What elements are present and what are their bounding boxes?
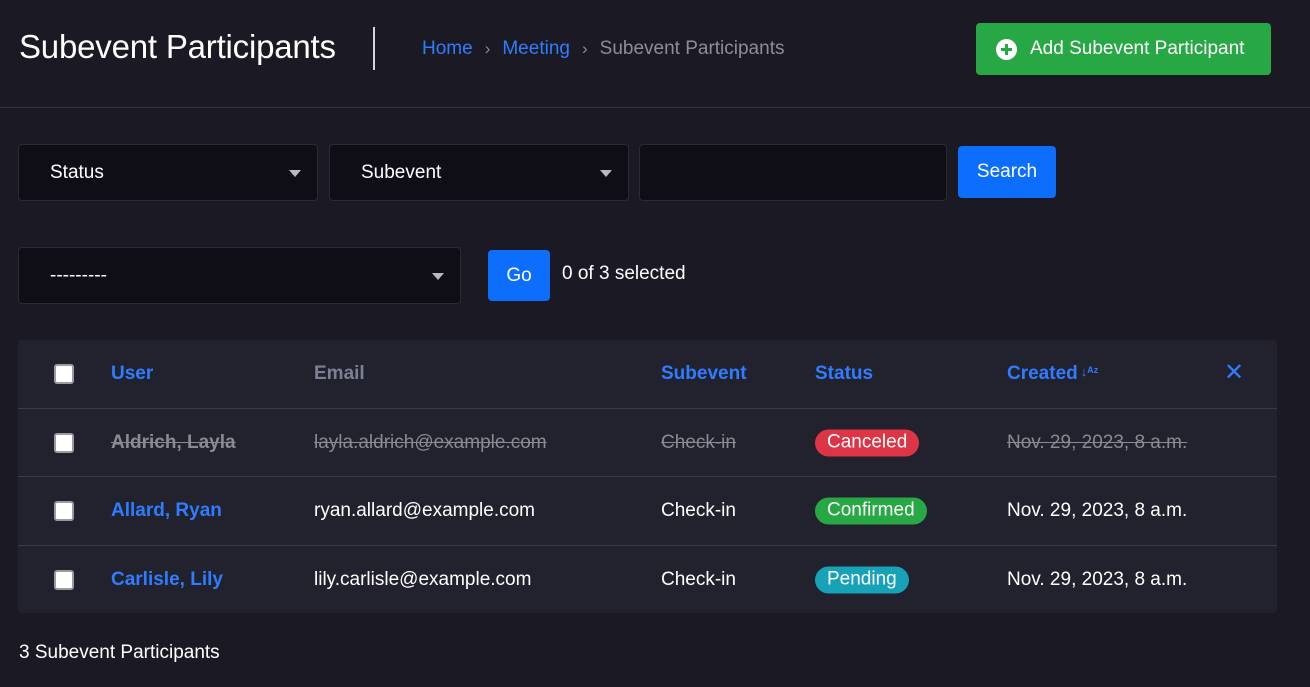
selected-count: 0 of 3 selected [562, 263, 686, 284]
created-cell: Nov. 29, 2023, 8 a.m. [1007, 431, 1188, 453]
status-filter-label: Status [50, 161, 104, 183]
breadcrumb-current: Subevent Participants [599, 38, 785, 59]
created-cell: Nov. 29, 2023, 8 a.m. [1007, 568, 1188, 590]
result-count: 3 Subevent Participants [19, 642, 220, 663]
column-header-subevent[interactable]: Subevent [661, 363, 747, 385]
user-link[interactable]: Allard, Ryan [111, 500, 222, 522]
chevron-down-icon [600, 169, 612, 177]
bulk-action-value: --------- [50, 264, 107, 286]
subevent-cell: Check-in [661, 568, 736, 590]
table-row: Carlisle, Lily lily.carlisle@example.com… [18, 546, 1277, 613]
plus-circle-icon [996, 38, 1017, 60]
column-header-created[interactable]: Created ↓ᴬᶻ [1007, 363, 1098, 385]
status-cell: Pending [815, 566, 909, 593]
chevron-down-icon [432, 272, 444, 280]
column-header-user[interactable]: User [111, 363, 153, 385]
go-button[interactable]: Go [488, 250, 550, 301]
select-all-checkbox[interactable] [54, 364, 74, 384]
breadcrumb: Home › Meeting › Subevent Participants [422, 38, 784, 60]
column-header-status[interactable]: Status [815, 363, 873, 385]
status-badge-canceled: Canceled [815, 429, 920, 456]
table-header-row: User Email Subevent Status Created ↓ᴬᶻ ✕ [18, 340, 1277, 409]
page-header: Subevent Participants Home › Meeting › S… [0, 0, 1310, 108]
breadcrumb-separator: › [581, 39, 588, 58]
sort-ascending-icon: ↓ᴬᶻ [1080, 364, 1099, 380]
table-row: Aldrich, Layla layla.aldrich@example.com… [18, 409, 1277, 477]
column-header-email: Email [314, 363, 365, 384]
table-row: Allard, Ryan ryan.allard@example.com Che… [18, 477, 1277, 546]
chevron-down-icon [289, 169, 301, 177]
search-button[interactable]: Search [958, 146, 1056, 198]
status-cell: Canceled [815, 429, 920, 456]
user-link[interactable]: Carlisle, Lily [111, 569, 223, 591]
subevent-filter-select[interactable]: Subevent [329, 144, 629, 201]
email-cell: ryan.allard@example.com [314, 500, 535, 521]
email-cell: layla.aldrich@example.com [314, 431, 547, 453]
subevent-filter-label: Subevent [361, 161, 442, 183]
subevent-cell: Check-in [661, 431, 736, 453]
search-input[interactable] [639, 144, 947, 201]
status-cell: Confirmed [815, 497, 927, 525]
row-checkbox[interactable] [54, 569, 74, 590]
bulk-action-select[interactable]: --------- [18, 247, 461, 304]
add-button-label: Add Subevent Participant [1030, 38, 1245, 59]
subevent-cell: Check-in [661, 500, 736, 521]
breadcrumb-meeting-link[interactable]: Meeting [502, 38, 570, 60]
breadcrumb-separator: › [484, 39, 491, 58]
created-cell: Nov. 29, 2023, 8 a.m. [1007, 500, 1188, 521]
breadcrumb-home-link[interactable]: Home [422, 38, 473, 60]
row-checkbox[interactable] [54, 501, 74, 521]
title-divider [373, 27, 375, 70]
participants-table: User Email Subevent Status Created ↓ᴬᶻ ✕ … [18, 340, 1277, 613]
email-cell: lily.carlisle@example.com [314, 568, 532, 590]
add-subevent-participant-button[interactable]: Add Subevent Participant [976, 23, 1271, 75]
page-title: Subevent Participants [19, 28, 336, 65]
created-header-label: Created [1007, 363, 1078, 384]
user-link[interactable]: Aldrich, Layla [111, 432, 236, 454]
row-checkbox[interactable] [54, 432, 74, 453]
status-badge-pending: Pending [815, 566, 909, 593]
clear-sort-icon[interactable]: ✕ [1224, 358, 1244, 387]
status-filter-select[interactable]: Status [18, 144, 318, 201]
status-badge-confirmed: Confirmed [815, 497, 927, 525]
